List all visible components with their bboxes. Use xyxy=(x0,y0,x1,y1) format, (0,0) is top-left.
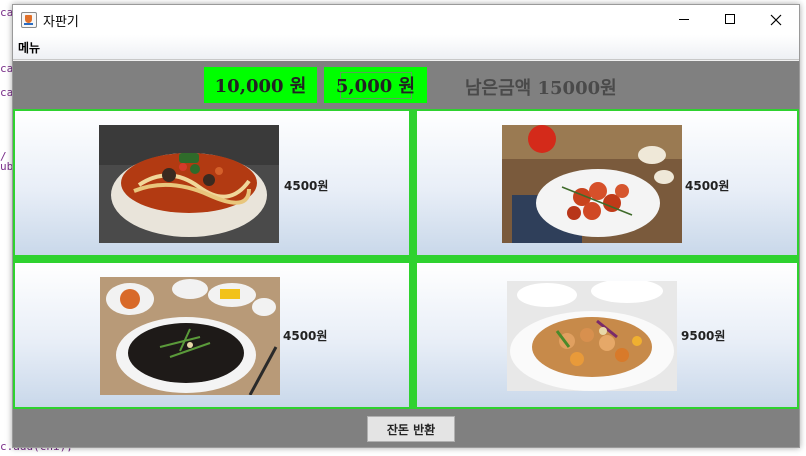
minimize-icon[interactable] xyxy=(661,5,707,35)
menu-bar: 메뉴 xyxy=(13,35,799,60)
price-label: 4500원 xyxy=(283,329,328,343)
app-window: 자판기 메뉴 10,000 원 5,000 원 남은금액 15000원 4500… xyxy=(12,4,800,448)
product-cell-3[interactable]: 4500원 xyxy=(15,263,409,407)
product-cell-4[interactable]: 9500원 xyxy=(417,263,797,407)
return-change-button[interactable]: 잔돈 반환 xyxy=(367,416,455,442)
window-title: 자판기 xyxy=(43,15,79,30)
remaining-amount: 남은금액 15000원 xyxy=(465,78,617,99)
title-bar: 자판기 xyxy=(13,5,799,35)
black-bean-noodles-image xyxy=(100,277,280,395)
insert-10000-button[interactable]: 10,000 원 xyxy=(204,67,317,103)
bottom-bar: 잔돈 반환 xyxy=(13,409,799,447)
product-cell-1[interactable]: 4500원 xyxy=(15,111,409,255)
product-cell-2[interactable]: 4500원 xyxy=(417,111,797,255)
price-label: 9500원 xyxy=(681,329,726,343)
noodle-soup-image xyxy=(99,125,279,243)
price-label: 4500원 xyxy=(685,179,730,193)
price-label: 4500원 xyxy=(284,179,329,193)
menu-item-menu[interactable]: 메뉴 xyxy=(18,39,40,56)
spicy-chicken-image xyxy=(502,125,682,243)
seafood-stir-fry-image xyxy=(507,281,677,391)
close-icon[interactable] xyxy=(753,5,799,35)
insert-5000-label: 5,000 원 xyxy=(335,76,416,97)
insert-5000-button[interactable]: 5,000 원 xyxy=(324,67,427,103)
money-toolbar: 10,000 원 5,000 원 남은금액 15000원 xyxy=(13,61,799,109)
java-app-icon xyxy=(21,12,37,28)
product-grid: 4500원 4500원 4500원 9500원 xyxy=(13,109,799,411)
maximize-icon[interactable] xyxy=(707,5,753,35)
